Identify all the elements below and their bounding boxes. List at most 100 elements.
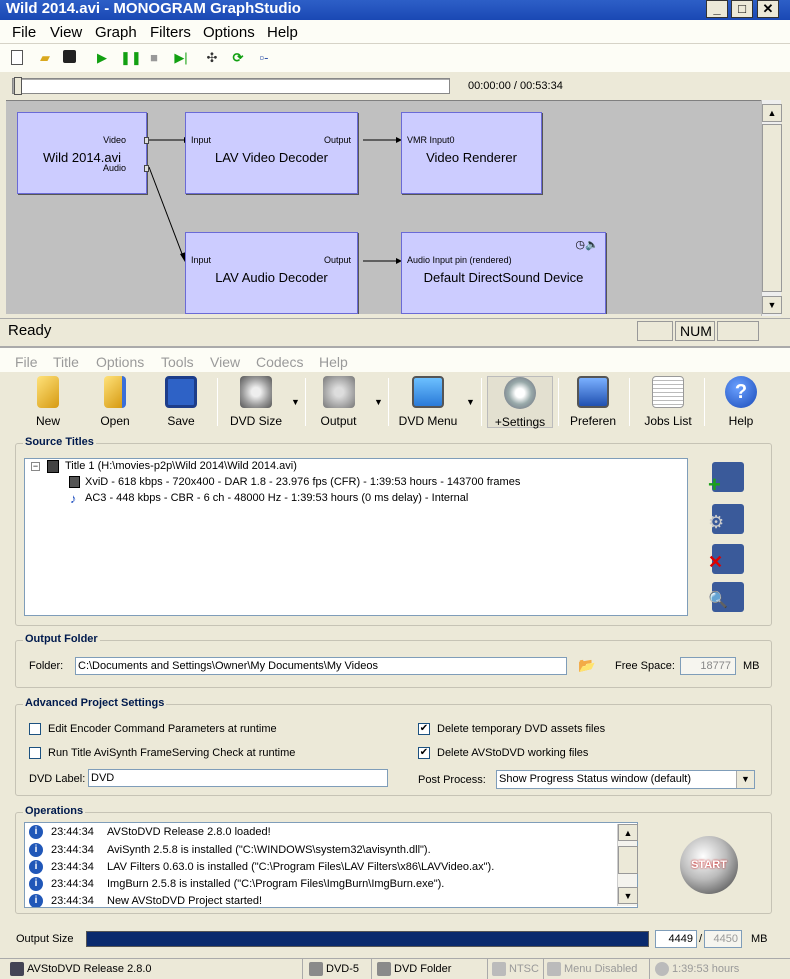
advanced-settings-heading: Advanced Project Settings (23, 697, 167, 709)
graph-vertical-scrollbar[interactable]: ▲ ▼ (761, 100, 782, 316)
save-disk-icon[interactable] (63, 50, 76, 63)
menu-view[interactable]: View (50, 24, 82, 41)
preferences-label: Preferen (569, 414, 617, 428)
window-titlebar: Wild 2014.avi - MONOGRAM GraphStudio _ □… (0, 0, 790, 20)
open-button[interactable]: Open (84, 376, 146, 428)
dvd-menu-dropdown-icon[interactable]: ▼ (466, 397, 475, 407)
window-title: Wild 2014.avi - MONOGRAM GraphStudio (6, 0, 301, 17)
menu-tools[interactable]: Tools (161, 354, 194, 370)
dvd-size-dropdown-icon[interactable]: ▼ (291, 397, 300, 407)
operations-scrollbar[interactable]: ▲ ▼ (617, 824, 638, 906)
scroll-up-arrow-icon[interactable]: ▲ (762, 104, 782, 122)
menu-file[interactable]: File (15, 354, 38, 370)
menu-codecs[interactable]: Codecs (256, 354, 303, 370)
post-process-select[interactable]: Show Progress Status window (default) ▼ (496, 770, 755, 789)
pin-video-out: Video (103, 135, 126, 145)
open-folder-icon[interactable]: ▰ (37, 50, 53, 66)
connect-icon[interactable]: ▫- (256, 50, 272, 66)
menu-view[interactable]: View (210, 354, 240, 370)
delete-working-checkbox[interactable]: ✔ (418, 747, 430, 759)
close-button[interactable]: ✕ (757, 0, 779, 18)
stop-icon[interactable]: ■ (146, 50, 162, 66)
operations-log[interactable]: i 23:44:34 AVStoDVD Release 2.8.0 loaded! … (24, 822, 638, 908)
play-icon[interactable]: ▶ (94, 50, 110, 66)
menu-graph[interactable]: Graph (95, 24, 137, 41)
info-icon: i (29, 843, 43, 857)
post-process-label: Post Process: (418, 774, 486, 786)
output-button[interactable]: Output (311, 376, 366, 428)
post-process-value: Show Progress Status window (default) (499, 773, 691, 785)
dvd-label-input[interactable]: DVD (88, 769, 388, 787)
preferences-button[interactable]: Preferen (563, 376, 623, 428)
menu-help[interactable]: Help (319, 354, 348, 370)
dvd-size-button[interactable]: DVD Size (224, 376, 288, 428)
seek-slider[interactable] (12, 78, 450, 94)
av-menubar: File Title Options Tools View Codecs Hel… (0, 346, 790, 372)
folder-input[interactable]: C:\Documents and Settings\Owner\My Docum… (75, 657, 567, 675)
help-button[interactable]: ? Help (712, 376, 770, 428)
scroll-thumb[interactable] (618, 846, 638, 874)
add-title-icon[interactable]: + (708, 462, 744, 497)
filter-audio-decoder[interactable]: LAV Audio Decoder Input Output (185, 232, 358, 314)
status-dvd-folder: DVD Folder (377, 962, 451, 976)
menu-options[interactable]: Options (96, 354, 144, 370)
filter-video-renderer[interactable]: Video Renderer VMR Input0 (401, 112, 542, 194)
output-folder-heading: Output Folder (23, 633, 100, 645)
new-file-icon[interactable] (11, 50, 23, 65)
scroll-up-arrow-icon[interactable]: ▲ (618, 824, 638, 841)
start-button[interactable]: START (680, 836, 738, 894)
jobs-list-button[interactable]: Jobs List (636, 376, 700, 428)
menu-help[interactable]: Help (267, 24, 298, 41)
collapse-icon[interactable]: − (31, 462, 40, 471)
log-entry: i 23:44:34 LAV Filters 0.63.0 is installed… (29, 860, 494, 874)
pin-handle[interactable] (144, 137, 149, 144)
gs-toolbar: ▰ ▶ ❚❚ ■ ▶| ✣ ⟳ ▫- (0, 44, 790, 72)
scroll-down-arrow-icon[interactable]: ▼ (618, 887, 638, 904)
audio-stream-node[interactable]: AC3 - 448 kbps - CBR - 6 ch - 48000 Hz -… (85, 492, 468, 504)
arrange-icon[interactable]: ✣ (204, 50, 220, 66)
dvd-size-label: DVD Size (229, 414, 282, 428)
pin-handle[interactable] (144, 165, 149, 172)
filter-graph-canvas[interactable]: Wild 2014.avi Video Audio LAV Video Deco… (6, 100, 761, 314)
maximize-button[interactable]: □ (731, 0, 753, 18)
video-stream-node[interactable]: XviD - 618 kbps - 720x400 - DAR 1.8 - 23… (85, 476, 520, 488)
status-panel-num: NUM (675, 321, 715, 341)
output-disc-icon (322, 376, 355, 408)
new-button[interactable]: New (18, 376, 78, 428)
dvd-menu-button[interactable]: DVD Menu (394, 376, 462, 428)
dvd-menu-label: DVD Menu (398, 414, 458, 428)
source-titles-tree[interactable]: − Title 1 (H:\movies-p2p\Wild 2014\Wild … (24, 458, 688, 616)
filter-source[interactable]: Wild 2014.avi Video Audio (17, 112, 149, 194)
filter-video-decoder[interactable]: LAV Video Decoder Input Output (185, 112, 358, 194)
menu-options[interactable]: Options (203, 24, 255, 41)
menu-file[interactable]: File (12, 24, 36, 41)
minimize-button[interactable]: _ (706, 0, 728, 18)
chevron-down-icon[interactable]: ▼ (736, 771, 754, 788)
output-dropdown-icon[interactable]: ▼ (374, 397, 383, 407)
scroll-thumb[interactable] (762, 124, 782, 292)
title-node[interactable]: Title 1 (H:\movies-p2p\Wild 2014\Wild 20… (65, 460, 297, 472)
edit-encoder-checkbox[interactable] (29, 723, 41, 735)
step-icon[interactable]: ▶| (173, 50, 189, 66)
scroll-down-arrow-icon[interactable]: ▼ (762, 296, 782, 314)
filter-audio-renderer[interactable]: Default DirectSound Device Audio Input p… (401, 232, 606, 314)
browse-folder-icon[interactable]: 📂 (578, 657, 595, 674)
pause-icon[interactable]: ❚❚ (120, 50, 142, 66)
remove-title-icon[interactable]: ✕ (708, 544, 744, 574)
dvd-disc-icon (240, 376, 272, 408)
log-time: 23:44:34 (51, 825, 94, 838)
delete-temp-checkbox[interactable]: ✔ (418, 723, 430, 735)
settings-button[interactable]: +Settings (487, 376, 553, 429)
menu-filters[interactable]: Filters (150, 24, 191, 41)
preview-title-icon[interactable]: 🔍 (708, 582, 744, 612)
delete-working-label: Delete AVStoDVD working files (437, 747, 589, 759)
seek-thumb[interactable] (14, 77, 22, 95)
refresh-icon[interactable]: ⟳ (230, 50, 246, 66)
log-message: New AVStoDVD Project started! (107, 894, 263, 907)
edit-title-icon[interactable]: ⚙ (708, 504, 744, 534)
speaker-icon: 🔈 (585, 239, 599, 251)
save-button[interactable]: Save (151, 376, 211, 428)
run-avisynth-checkbox[interactable] (29, 747, 41, 759)
open-label: Open (100, 414, 130, 428)
menu-title[interactable]: Title (53, 354, 79, 370)
